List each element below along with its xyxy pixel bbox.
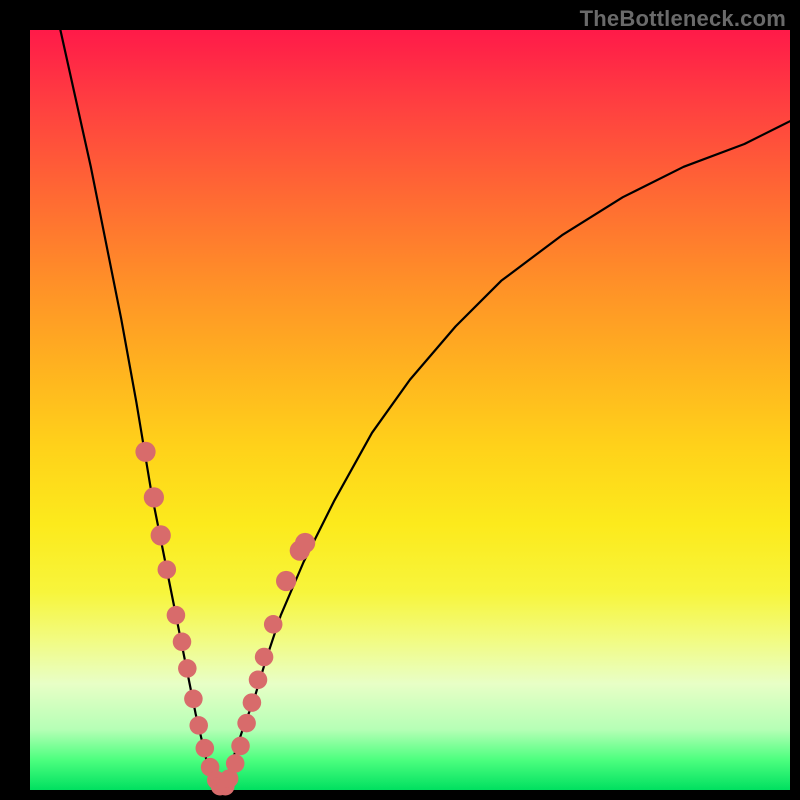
- curve-right-branch: [220, 121, 790, 790]
- curve-left-branch: [60, 30, 220, 790]
- chart-svg: [30, 30, 790, 790]
- marker-dot: [167, 606, 186, 625]
- marker-dot: [151, 525, 171, 545]
- marker-dot: [173, 633, 192, 652]
- marker-dot: [255, 648, 274, 667]
- marker-dot: [249, 671, 268, 690]
- marker-group: [135, 442, 315, 796]
- chart-frame: TheBottleneck.com: [0, 0, 800, 800]
- marker-dot: [237, 714, 256, 733]
- marker-dot: [295, 533, 315, 553]
- marker-dot: [184, 690, 203, 709]
- watermark-text: TheBottleneck.com: [580, 6, 786, 32]
- marker-dot: [158, 560, 177, 579]
- marker-dot: [196, 739, 215, 758]
- marker-dot: [231, 737, 250, 756]
- plot-area: [30, 30, 790, 790]
- marker-dot: [189, 716, 208, 735]
- marker-dot: [144, 487, 164, 507]
- marker-dot: [178, 659, 197, 678]
- marker-dot: [243, 693, 262, 712]
- marker-dot: [226, 754, 245, 773]
- marker-dot: [264, 615, 283, 634]
- marker-dot: [276, 571, 296, 591]
- marker-dot: [135, 442, 155, 462]
